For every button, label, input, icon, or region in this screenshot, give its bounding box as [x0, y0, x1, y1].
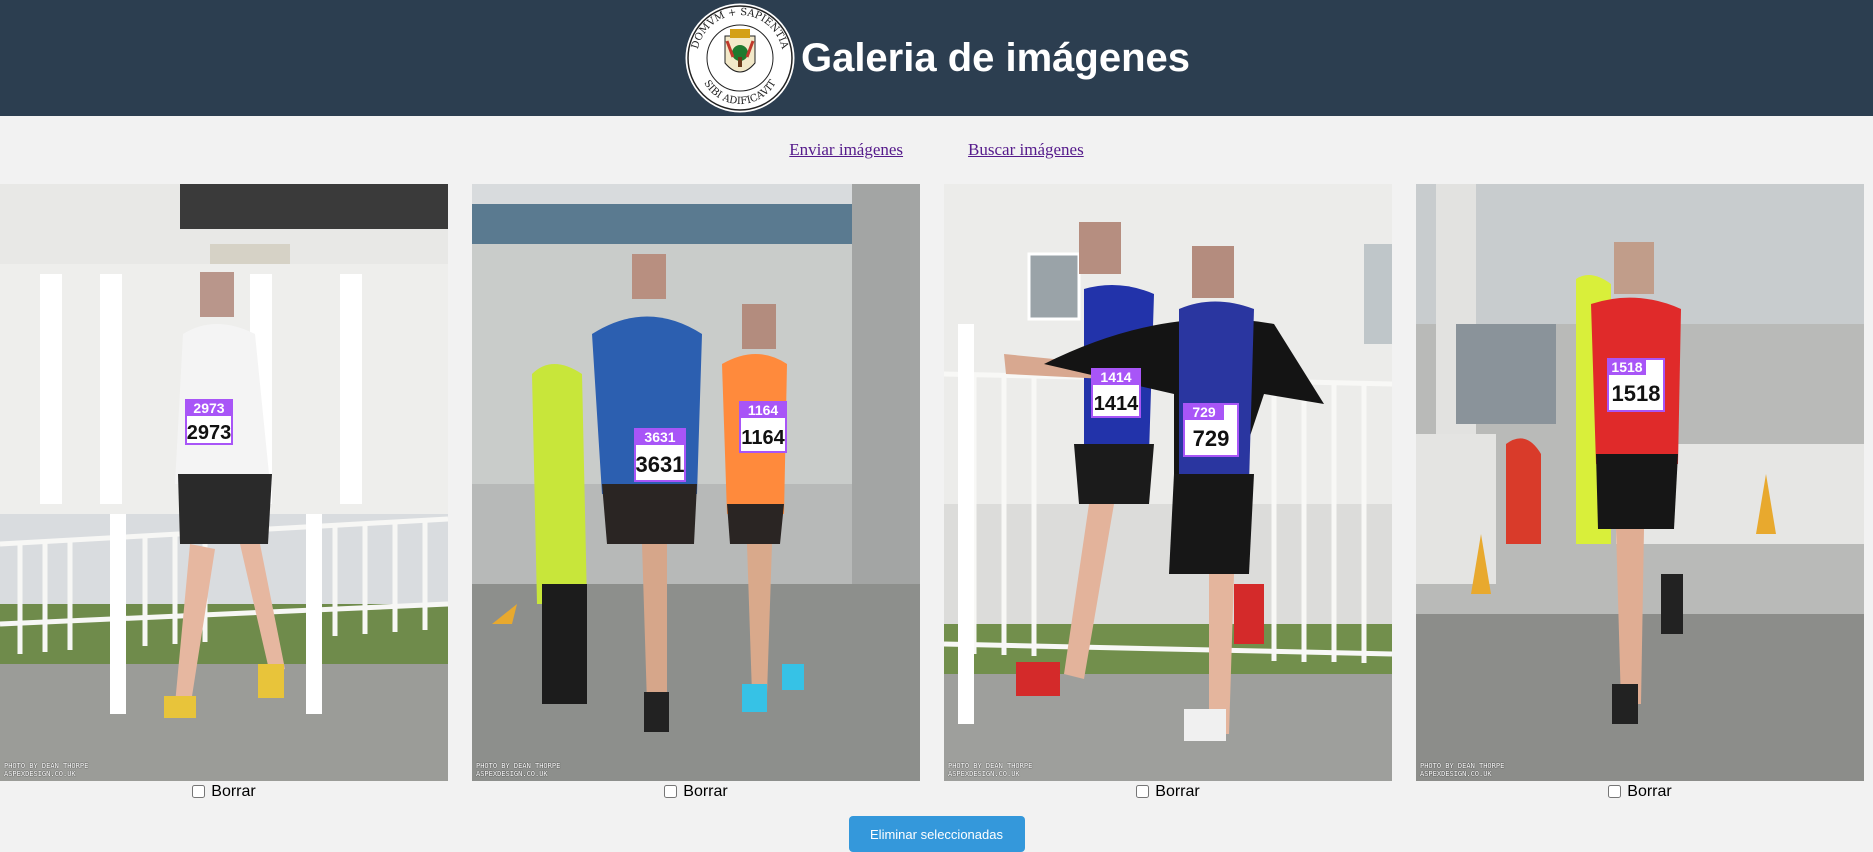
- runner-photo[interactable]: 1518 1518 PHOTO BY DEAN THORPE ASPEXDESI…: [1416, 184, 1864, 781]
- university-seal-icon: DOMVM + SAPIENTIA SIBI ADIFICAVIT: [684, 2, 796, 114]
- photo-credit: PHOTO BY DEAN THORPE ASPEXDESIGN.CO.UK: [948, 762, 1033, 778]
- bib-label: 3631: [644, 429, 675, 445]
- bib-number: 1518: [1612, 381, 1661, 406]
- runner-photo[interactable]: 2973 2973 PHOTO BY DEAN THORPE ASPEXDESI…: [0, 184, 448, 781]
- photo-credit: PHOTO BY DEAN THORPE ASPEXDESIGN.CO.UK: [4, 762, 89, 778]
- nav-bar: Enviar imágenes Buscar imágenes: [0, 116, 1873, 184]
- page-title: Galeria de imágenes: [800, 35, 1191, 80]
- delete-label: Borrar: [1627, 782, 1672, 800]
- photo-credit: PHOTO BY DEAN THORPE ASPEXDESIGN.CO.UK: [1420, 762, 1505, 778]
- delete-checkbox[interactable]: [664, 785, 678, 798]
- bib-label: 1518: [1611, 359, 1642, 375]
- photo-scene: 1518 1518: [1416, 184, 1864, 781]
- bib-label: 1414: [1100, 369, 1131, 385]
- photo-credit: PHOTO BY DEAN THORPE ASPEXDESIGN.CO.UK: [476, 762, 561, 778]
- photo-scene: 2973 2973: [0, 184, 448, 781]
- gallery-item: 2973 2973 PHOTO BY DEAN THORPE ASPEXDESI…: [0, 184, 448, 802]
- delete-checkbox[interactable]: [192, 785, 206, 798]
- photo-scene: 3631 3631 1164 1164: [472, 184, 920, 781]
- photo-scene: 1414 1414 729 729: [944, 184, 1392, 781]
- page-header: DOMVM + SAPIENTIA SIBI ADIFICAVIT Galeri…: [0, 0, 1873, 116]
- delete-checkbox[interactable]: [1608, 785, 1622, 798]
- delete-label: Borrar: [683, 782, 728, 800]
- send-images-link[interactable]: Enviar imágenes: [789, 140, 903, 160]
- delete-checkbox[interactable]: [1136, 785, 1150, 798]
- gallery-item: 1414 1414 729 729 PHOTO BY DEAN THORPE A…: [944, 184, 1392, 802]
- bib-label: 2973: [193, 400, 224, 416]
- runner-photo[interactable]: 3631 3631 1164 1164 PHOTO BY DEAN THORPE…: [472, 184, 920, 781]
- delete-label: Borrar: [211, 782, 256, 800]
- bib-label: 729: [1192, 404, 1216, 420]
- bib-number: 729: [1193, 426, 1230, 451]
- image-gallery: 2973 2973 PHOTO BY DEAN THORPE ASPEXDESI…: [0, 184, 1873, 802]
- runner-photo[interactable]: 1414 1414 729 729 PHOTO BY DEAN THORPE A…: [944, 184, 1392, 781]
- delete-label: Borrar: [1155, 782, 1200, 800]
- bib-number: 3631: [636, 452, 685, 477]
- bib-number: 2973: [187, 422, 232, 444]
- delete-checkbox-row[interactable]: Borrar: [1136, 781, 1200, 802]
- delete-checkbox-row[interactable]: Borrar: [192, 781, 256, 802]
- delete-checkbox-row[interactable]: Borrar: [1608, 781, 1672, 802]
- gallery-item: 3631 3631 1164 1164 PHOTO BY DEAN THORPE…: [472, 184, 920, 802]
- delete-selected-button[interactable]: Eliminar seleccionadas: [848, 816, 1025, 852]
- bib-number: 1164: [741, 427, 785, 449]
- bib-label: 1164: [748, 402, 779, 418]
- actions-bar: Eliminar seleccionadas: [0, 816, 1873, 852]
- search-images-link[interactable]: Buscar imágenes: [968, 140, 1084, 160]
- delete-checkbox-row[interactable]: Borrar: [664, 781, 728, 802]
- bib-number: 1414: [1094, 393, 1139, 415]
- gallery-item: 1518 1518 PHOTO BY DEAN THORPE ASPEXDESI…: [1416, 184, 1864, 802]
